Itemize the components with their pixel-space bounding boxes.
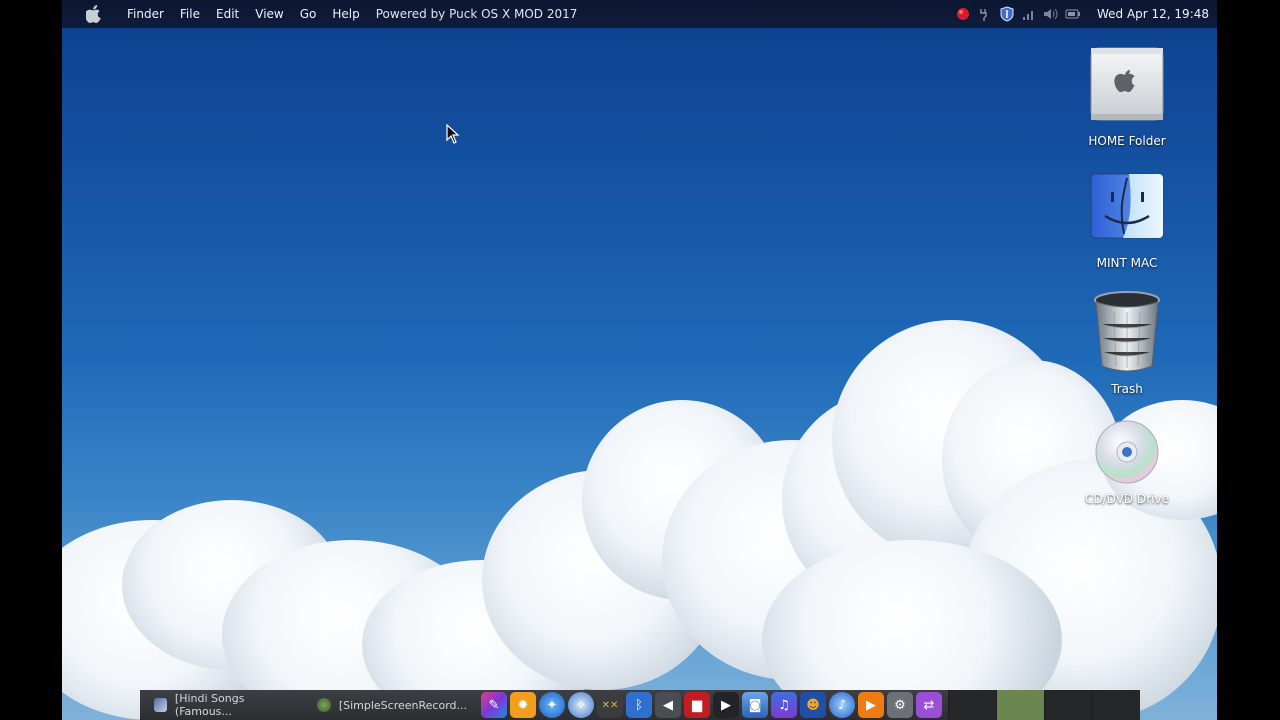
trash-icon (1094, 291, 1160, 372)
desktop-icon-label: MINT MAC (1096, 256, 1158, 270)
desktop-icon-label: Trash (1111, 382, 1143, 396)
volume-icon[interactable] (1043, 6, 1059, 22)
menu-view[interactable]: View (247, 0, 291, 28)
taskbar: [Hindi Songs (Famous... [SimpleScreenRec… (140, 690, 1140, 720)
desktop-icon-label: HOME Folder (1088, 134, 1166, 148)
system-tray: Wed Apr 12, 19:48 (955, 0, 1209, 28)
workspace-3[interactable] (1044, 690, 1092, 720)
music-note-icon[interactable]: ♫ (771, 692, 797, 718)
vlc-player-icon[interactable]: ▶ (858, 692, 884, 718)
paint-brush-icon[interactable]: ✎ (481, 692, 507, 718)
clock[interactable]: Wed Apr 12, 19:48 (1097, 7, 1209, 21)
desktop-icon-mint-mac[interactable]: MINT MAC (1077, 170, 1177, 270)
taskbar-window-label: [SimpleScreenRecord... (338, 698, 467, 712)
finder-icon (1090, 173, 1164, 239)
record-indicator-icon[interactable] (955, 6, 971, 22)
desktop[interactable]: Finder File Edit View Go Help Powered by… (62, 0, 1217, 720)
shield-icon[interactable] (999, 6, 1015, 22)
desktop-icon-home-folder[interactable]: HOME Folder (1077, 44, 1177, 148)
taskbar-window-label: [Hindi Songs (Famous... (174, 692, 245, 718)
mac-pro-icon (1090, 47, 1164, 121)
browser-icon (154, 698, 167, 712)
signal-icon[interactable] (1021, 6, 1037, 22)
desktop-icon-trash[interactable]: Trash (1077, 290, 1177, 396)
battery-icon[interactable] (1065, 6, 1081, 22)
workspace-switcher (948, 690, 1140, 720)
launcher-dock: ✎ ✹ ✦ ✧ ✕✕ ᛒ ◀ ▆ ▶ ◙ ♫ ☻ ♪ ▶ ⚙ ⇄ (481, 692, 942, 718)
media-play-icon[interactable]: ▶ (713, 692, 739, 718)
apple-menu-icon[interactable] (85, 5, 103, 23)
red-app-icon[interactable]: ▆ (684, 692, 710, 718)
itunes-icon[interactable]: ♪ (829, 692, 855, 718)
cd-icon (1095, 420, 1159, 484)
mouse-cursor-icon (446, 124, 460, 144)
xxx-app-icon[interactable]: ✕✕ (597, 692, 623, 718)
taskbar-window-simplescreenrecorder[interactable]: [SimpleScreenRecord... (303, 690, 475, 720)
menu-finder[interactable]: Finder (119, 0, 172, 28)
safari-compass-icon[interactable]: ✧ (568, 692, 594, 718)
menu-edit[interactable]: Edit (208, 0, 247, 28)
workspace-4[interactable] (1092, 690, 1140, 720)
menu-help[interactable]: Help (324, 0, 367, 28)
powered-by-label: Powered by Puck OS X MOD 2017 (375, 7, 578, 21)
menu-file[interactable]: File (172, 0, 208, 28)
desktop-icon-cd-dvd-drive[interactable]: CD/DVD Drive (1077, 418, 1177, 506)
camera-screenshot-icon[interactable]: ◙ (742, 692, 768, 718)
app-store-icon[interactable]: ✦ (539, 692, 565, 718)
desktop-icon-label: CD/DVD Drive (1085, 492, 1169, 506)
top-menu-bar: Finder File Edit View Go Help Powered by… (62, 0, 1217, 28)
workspace-1[interactable] (948, 690, 996, 720)
menu-go[interactable]: Go (292, 0, 325, 28)
sync-arrows-icon[interactable]: ⇄ (916, 692, 942, 718)
system-preferences-icon[interactable]: ⚙ (887, 692, 913, 718)
network-plug-icon[interactable] (977, 6, 993, 22)
workspace-2[interactable] (996, 690, 1044, 720)
chat-app-icon[interactable]: ☻ (800, 692, 826, 718)
taskbar-window-hindi-songs[interactable]: [Hindi Songs (Famous... (140, 690, 303, 720)
screen-recorder-icon (316, 698, 331, 712)
settings-gear-icon[interactable]: ✹ (510, 692, 536, 718)
mute-volume-icon[interactable]: ◀ (655, 692, 681, 718)
bluetooth-icon[interactable]: ᛒ (626, 692, 652, 718)
